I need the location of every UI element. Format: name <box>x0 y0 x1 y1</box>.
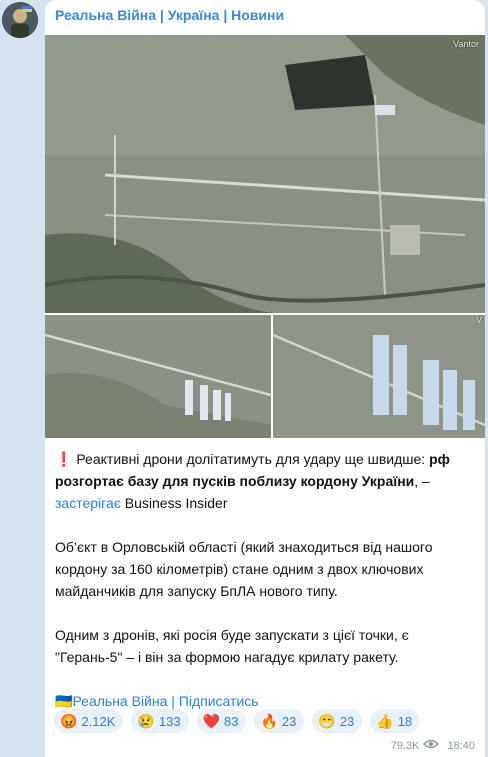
heart-icon: ❤️ <box>202 713 220 729</box>
reaction-grin[interactable]: 😁 23 <box>312 709 363 733</box>
angry-face-icon: 😡 <box>60 713 78 729</box>
fire-icon: 🔥 <box>260 713 278 729</box>
reaction-crying[interactable]: 😢 133 <box>131 709 189 733</box>
alert-icon: ❗ <box>55 451 73 467</box>
channel-name[interactable]: Реальна Війна | Україна | Новини <box>55 7 284 23</box>
satellite-photo-main[interactable]: Vantor <box>45 35 485 313</box>
subscribe-link[interactable]: Реальна Війна | Підписатись <box>72 693 258 709</box>
satellite-photo-left[interactable] <box>45 315 271 438</box>
reaction-heart[interactable]: ❤️ 83 <box>196 709 247 733</box>
message-time: 18:40 <box>447 739 475 752</box>
photo-watermark: Vantor <box>453 39 479 49</box>
satellite-photo-right[interactable]: V <box>273 315 485 438</box>
message-meta: 79.3K 18:40 <box>391 739 475 752</box>
reactions-bar: 😡 2.12K 😢 133 ❤️ 83 🔥 23 😁 23 👍 18 <box>54 709 421 735</box>
message-bubble: Реальна Війна | Україна | Новини Vantor <box>45 0 485 757</box>
post-paragraph-1: ❗ Реактивні дрони долітатимуть для удару… <box>55 451 450 511</box>
post-text: ❗ Реактивні дрони долітатимуть для удару… <box>55 448 477 712</box>
channel-avatar[interactable] <box>2 2 38 38</box>
photo-watermark: V <box>475 315 482 325</box>
crying-face-icon: 😢 <box>137 713 155 729</box>
view-count: 79.3K <box>390 739 420 752</box>
reaction-fire[interactable]: 🔥 23 <box>254 709 305 733</box>
reaction-angry[interactable]: 😡 2.12K <box>54 709 124 733</box>
post-paragraph-3: Одним з дронів, які росія буде запускати… <box>55 627 409 665</box>
eye-icon <box>423 739 440 752</box>
reaction-thumbs-up[interactable]: 👍 18 <box>370 709 421 733</box>
post-paragraph-2: Об’єкт в Орловській області (який знаход… <box>55 539 433 599</box>
grinning-face-icon: 😁 <box>318 713 336 729</box>
ukraine-flag-icon: 🇺🇦 <box>55 693 73 709</box>
thumbs-up-icon: 👍 <box>376 713 394 729</box>
source-link[interactable]: застерігає <box>55 495 121 511</box>
